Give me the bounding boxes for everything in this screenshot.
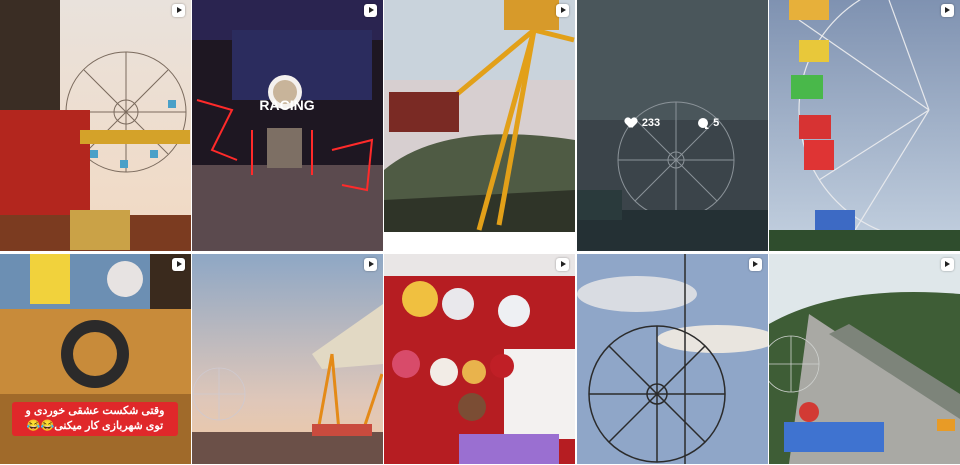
racing-sign-text: RACING xyxy=(260,97,315,113)
comments-stat: 5 xyxy=(698,117,719,129)
reel-icon xyxy=(172,258,185,271)
reel-icon xyxy=(364,4,378,17)
likes-stat: 233 xyxy=(625,117,660,129)
post-3-thumbnail xyxy=(384,0,576,251)
post-6-caption: وقتی شکست عشقی خوردی و توی شهربازی کار م… xyxy=(12,402,178,436)
post-1-thumbnail xyxy=(0,0,191,251)
reel-icon xyxy=(556,4,570,17)
grid-post-8[interactable] xyxy=(384,254,576,464)
reel-icon xyxy=(940,4,954,17)
post-stats-overlay: 233 5 xyxy=(577,117,768,129)
post-7-thumbnail xyxy=(192,254,384,464)
reel-icon xyxy=(940,258,954,271)
grid-post-2[interactable]: RACING xyxy=(192,0,384,251)
reel-icon xyxy=(556,258,570,271)
grid-post-10[interactable] xyxy=(768,254,960,464)
reel-icon xyxy=(172,4,185,17)
reel-icon xyxy=(748,258,762,271)
grid-post-5[interactable] xyxy=(768,0,960,251)
grid-post-7[interactable] xyxy=(192,254,384,464)
grid-post-1[interactable] xyxy=(0,0,191,251)
post-2-thumbnail: RACING xyxy=(192,0,384,251)
comment-icon xyxy=(698,118,710,129)
grid-post-9[interactable] xyxy=(576,254,768,464)
post-10-thumbnail xyxy=(768,254,960,464)
post-8-thumbnail xyxy=(384,254,576,464)
likes-count: 233 xyxy=(641,117,661,129)
heart-icon xyxy=(625,118,637,129)
grid-post-4[interactable]: 233 5 xyxy=(576,0,768,251)
grid-post-3[interactable] xyxy=(384,0,576,251)
post-5-thumbnail xyxy=(768,0,960,251)
reel-icon xyxy=(364,258,378,271)
post-9-thumbnail xyxy=(576,254,768,464)
comments-count: 5 xyxy=(713,117,720,129)
post-grid: RACING 233 5 وقتی شکست عشقی خوردی و توی … xyxy=(0,0,960,465)
